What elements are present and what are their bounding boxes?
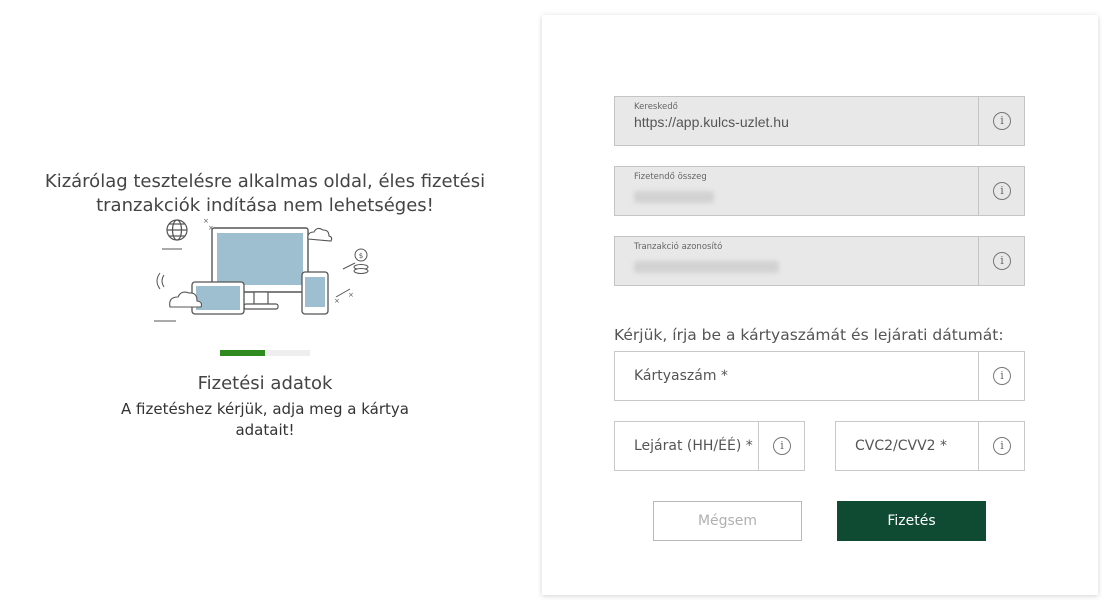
transaction-id-label: Tranzakció azonosító <box>634 242 723 252</box>
transaction-info-cell[interactable]: i <box>978 237 1024 285</box>
step-progress-bar <box>220 350 310 356</box>
test-notice: Kizárólag tesztelésre alkalmas oldal, él… <box>44 171 486 216</box>
svg-text:$: $ <box>359 252 363 260</box>
card-number-input[interactable]: Kártyaszám * i <box>614 351 1025 401</box>
info-icon[interactable]: i <box>993 252 1011 270</box>
cvc-info-cell[interactable]: i <box>978 422 1024 470</box>
cancel-button[interactable]: Mégsem <box>653 501 802 541</box>
transaction-id-field: Tranzakció azonosító i <box>614 236 1025 286</box>
merchant-value: https://app.kulcs-uzlet.hu <box>634 114 789 130</box>
card-entry-prompt: Kérjük, írja be a kártyaszámát és lejára… <box>614 326 1004 344</box>
amount-info-cell[interactable]: i <box>978 167 1024 215</box>
merchant-info-cell[interactable]: i <box>978 97 1024 145</box>
cvc-input[interactable]: CVC2/CVV2 * i <box>835 421 1025 471</box>
cvc-placeholder: CVC2/CVV2 * <box>855 438 948 454</box>
svg-text:×: × <box>208 224 214 232</box>
expiry-info-cell[interactable]: i <box>758 422 804 470</box>
merchant-label: Kereskedő <box>634 102 678 112</box>
expiry-placeholder: Lejárat (HH/ÉÉ) * <box>634 438 753 454</box>
info-icon[interactable]: i <box>773 437 791 455</box>
expiry-input[interactable]: Lejárat (HH/ÉÉ) * i <box>614 421 805 471</box>
amount-field: Fizetendő összeg i <box>614 166 1025 216</box>
amount-value-redacted <box>634 191 714 203</box>
merchant-field: Kereskedő https://app.kulcs-uzlet.hu i <box>614 96 1025 146</box>
card-number-info-cell[interactable]: i <box>978 352 1024 400</box>
devices-illustration-icon: $ × × × × <box>154 217 369 322</box>
step-title: Fizetési adatok <box>197 373 333 394</box>
svg-text:×: × <box>334 297 340 305</box>
info-icon[interactable]: i <box>993 367 1011 385</box>
info-icon[interactable]: i <box>993 437 1011 455</box>
step-progress-fill <box>220 350 265 356</box>
pay-button[interactable]: Fizetés <box>837 501 986 541</box>
svg-text:×: × <box>348 291 354 299</box>
info-icon[interactable]: i <box>993 112 1011 130</box>
transaction-id-redacted <box>634 261 779 273</box>
step-description: A fizetéshez kérjük, adja meg a kártya a… <box>121 400 409 439</box>
card-number-placeholder: Kártyaszám * <box>634 368 728 384</box>
left-panel: Kizárólag tesztelésre alkalmas oldal, él… <box>0 0 530 608</box>
info-icon[interactable]: i <box>993 182 1011 200</box>
amount-label: Fizetendő összeg <box>634 172 707 182</box>
